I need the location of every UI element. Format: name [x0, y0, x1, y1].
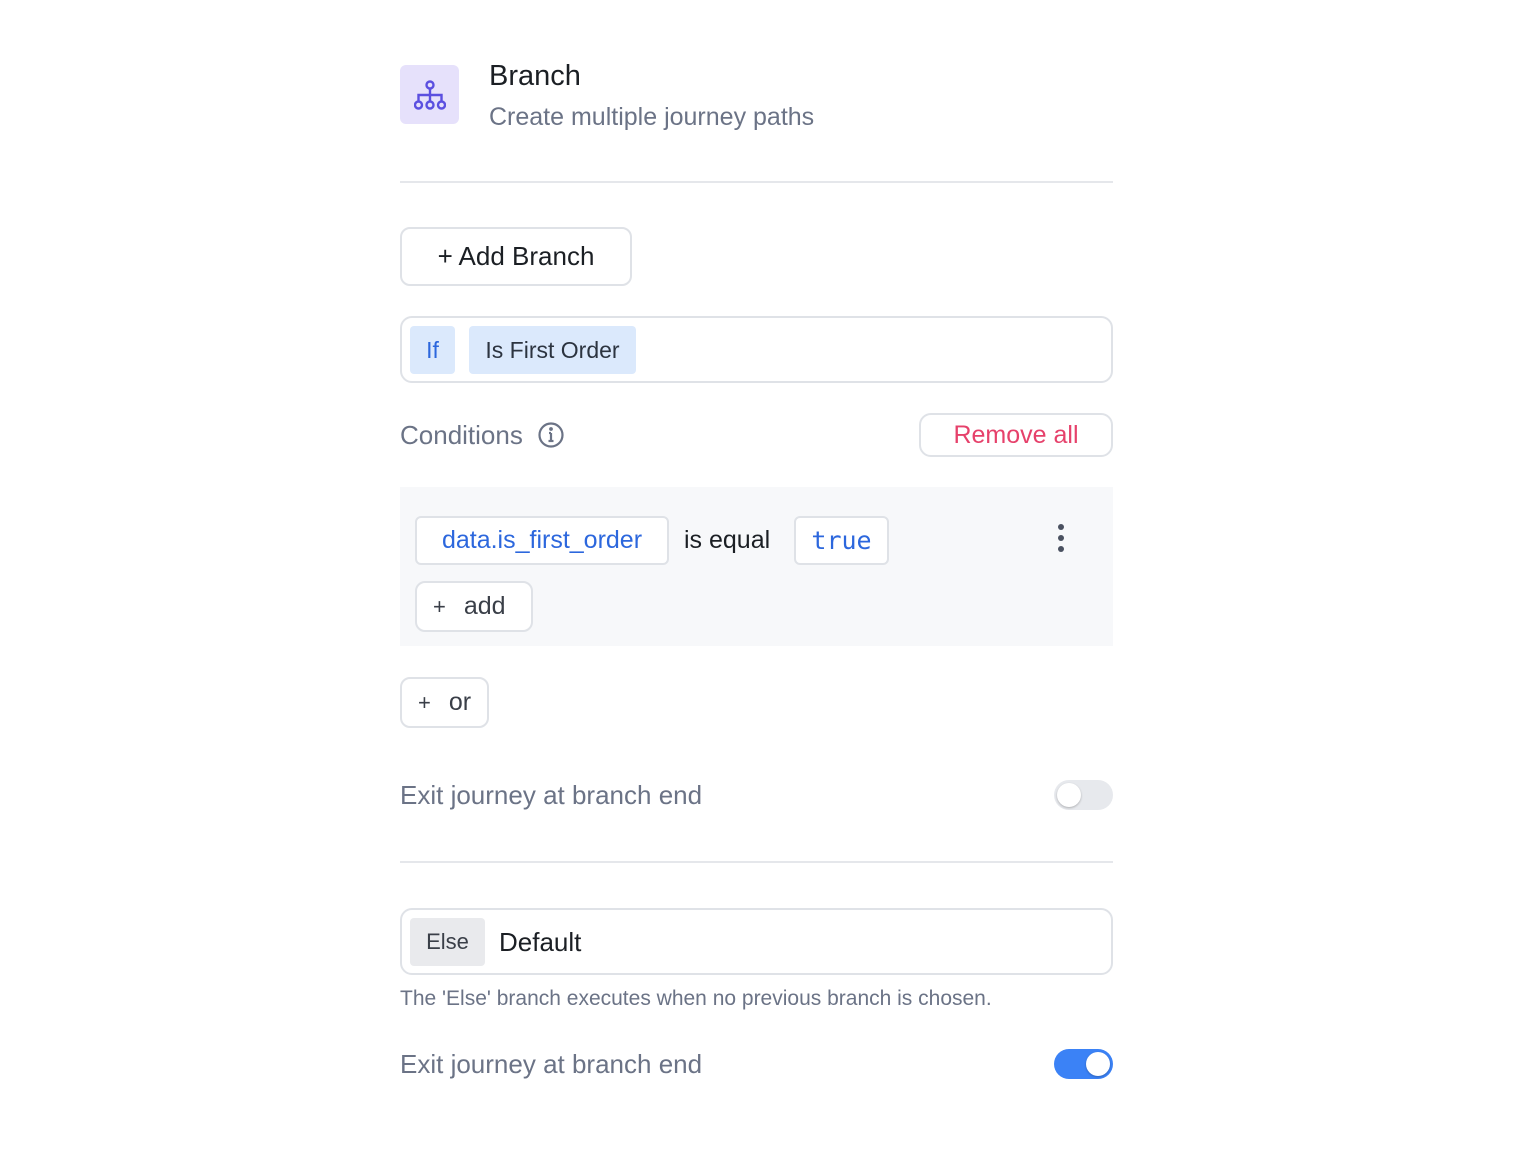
branch-hierarchy-icon: [400, 65, 459, 124]
else-exit-journey-toggle[interactable]: [1054, 1049, 1113, 1079]
branch-name-tag[interactable]: Is First Order: [469, 326, 636, 374]
branch-name-field[interactable]: If Is First Order: [400, 316, 1113, 383]
remove-all-conditions-button[interactable]: Remove all: [919, 413, 1113, 457]
condition-field-chip[interactable]: data.is_first_order: [415, 516, 669, 565]
condition-operator[interactable]: is equal: [684, 516, 770, 565]
toggle-knob: [1057, 783, 1081, 807]
more-vertical-icon[interactable]: [1048, 521, 1074, 555]
add-or-label: or: [448, 688, 472, 716]
condition-value-chip[interactable]: true: [794, 516, 889, 565]
else-branch-hint: The 'Else' branch executes when no previ…: [400, 987, 992, 1010]
condition-group: data.is_first_order is equal true + add: [400, 487, 1113, 646]
panel-title: Branch: [489, 60, 581, 92]
info-icon[interactable]: [537, 421, 565, 449]
else-exit-journey-label: Exit journey at branch end: [400, 1049, 703, 1079]
conditions-header: Conditions: [400, 418, 565, 452]
add-condition-button[interactable]: + add: [415, 581, 533, 632]
exit-journey-label: Exit journey at branch end: [400, 780, 703, 810]
branch-divider: [400, 861, 1113, 863]
plus-icon: +: [418, 689, 431, 715]
add-or-group-button[interactable]: + or: [400, 677, 489, 728]
branch-settings-panel: Branch Create multiple journey paths + A…: [400, 0, 1113, 1152]
header-divider: [400, 181, 1113, 183]
plus-icon: +: [433, 593, 446, 619]
toggle-knob: [1086, 1052, 1110, 1076]
add-condition-label: add: [463, 592, 506, 620]
else-branch-name[interactable]: Default: [499, 918, 581, 966]
else-branch-field[interactable]: Else Default: [400, 908, 1113, 975]
conditions-label: Conditions: [400, 420, 523, 450]
exit-journey-toggle[interactable]: [1054, 780, 1113, 810]
branch-type-tag-if: If: [410, 326, 455, 374]
branch-type-tag-else: Else: [410, 918, 485, 966]
panel-subtitle: Create multiple journey paths: [489, 103, 815, 131]
add-branch-button[interactable]: + Add Branch: [400, 227, 632, 286]
